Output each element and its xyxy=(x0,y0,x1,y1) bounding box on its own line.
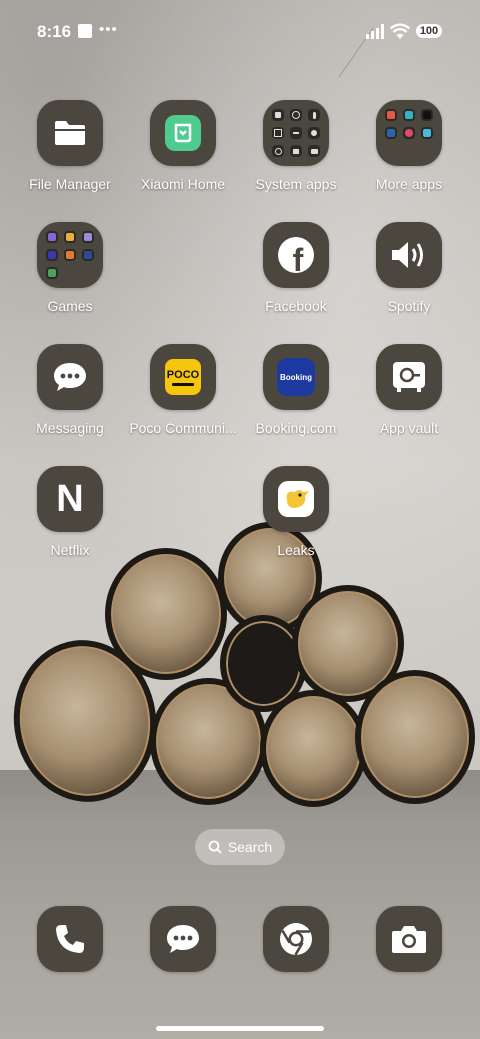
facebook-icon: f xyxy=(263,222,329,288)
netflix-icon: N xyxy=(37,466,103,532)
status-bar: 8:16 ••• 100 xyxy=(0,0,480,60)
netflix-logo-text: N xyxy=(56,477,84,520)
game-icon-5 xyxy=(64,249,76,261)
folder-system-apps[interactable]: System apps xyxy=(236,100,356,192)
search-label: Search xyxy=(227,839,273,855)
notification-icon xyxy=(78,24,92,38)
status-time: 8:16 xyxy=(37,22,72,41)
share-icon xyxy=(272,145,284,157)
more-apps-folder-icon xyxy=(376,100,442,166)
camera-icon xyxy=(392,926,426,953)
app-label: Xiaomi Home xyxy=(140,176,226,192)
app-icon-cyan xyxy=(421,127,433,139)
dock-phone[interactable] xyxy=(37,906,103,972)
vault-icon xyxy=(376,344,442,410)
search-icon xyxy=(208,840,222,854)
home-indicator[interactable] xyxy=(156,1026,324,1031)
folder-more-apps[interactable]: More apps xyxy=(349,100,469,192)
linkedin-icon xyxy=(385,127,397,139)
search-bar[interactable]: Search xyxy=(195,829,285,865)
app-netflix[interactable]: N Netflix xyxy=(10,466,130,558)
app-label: Spotify xyxy=(387,298,431,314)
wifi-icon xyxy=(390,23,410,39)
booking-icon: Booking xyxy=(263,344,329,410)
game-icon-7 xyxy=(46,267,58,279)
app-leaks[interactable]: Leaks xyxy=(236,466,356,558)
app-messaging[interactable]: Messaging xyxy=(10,344,130,436)
app-file-manager[interactable]: File Manager xyxy=(10,100,130,192)
app-label: More apps xyxy=(375,176,443,192)
cellular-signal-icon xyxy=(366,24,384,39)
app-label: Leaks xyxy=(277,542,315,558)
calculator-icon xyxy=(272,109,284,121)
app-spotify[interactable]: Spotify xyxy=(349,222,469,314)
folder-icon xyxy=(37,100,103,166)
app-poco-community[interactable]: POCO Poco Communi... xyxy=(123,344,243,436)
game-icon-3 xyxy=(82,231,94,243)
system-apps-folder-icon xyxy=(263,100,329,166)
app-booking[interactable]: Booking Booking.com xyxy=(236,344,356,436)
message-bubble-icon xyxy=(37,344,103,410)
download-icon xyxy=(290,127,302,139)
game-icon-6 xyxy=(82,249,94,261)
video-icon xyxy=(308,145,320,157)
poco-logo-text: POCO xyxy=(166,368,200,381)
app-xiaomi-home[interactable]: Xiaomi Home xyxy=(123,100,243,192)
compass-icon xyxy=(308,127,320,139)
app-facebook[interactable]: f Facebook xyxy=(236,222,356,314)
app-label: System apps xyxy=(255,176,337,192)
app-icon-pink xyxy=(403,127,415,139)
scanner-icon xyxy=(272,127,284,139)
chrome-icon xyxy=(280,923,312,956)
game-icon-4 xyxy=(46,249,58,261)
xiaomi-home-icon xyxy=(150,100,216,166)
app-label: Netflix xyxy=(50,542,90,558)
phone-icon xyxy=(56,925,84,953)
app-vault[interactable]: App vault xyxy=(349,344,469,436)
booking-logo-text: Booking xyxy=(280,372,312,382)
app-icon-teal xyxy=(403,109,415,121)
folder-games[interactable]: Games xyxy=(10,222,130,314)
message-bubble-icon xyxy=(167,925,199,953)
battery-icon: 100 xyxy=(416,24,442,38)
app-label: Facebook xyxy=(265,298,327,314)
dock-chrome[interactable] xyxy=(263,906,329,972)
tiktok-icon xyxy=(421,109,433,121)
more-notifications-icon: ••• xyxy=(99,21,118,38)
mic-icon xyxy=(308,109,320,121)
speaker-icon xyxy=(376,222,442,288)
app-label: Poco Communi... xyxy=(129,420,237,436)
app-label: Games xyxy=(47,298,93,314)
clock-icon xyxy=(290,109,302,121)
home-icon xyxy=(290,145,302,157)
dock-camera[interactable] xyxy=(376,906,442,972)
app-label: Messaging xyxy=(36,420,104,436)
app-label: Booking.com xyxy=(255,420,337,436)
dock-messaging[interactable] xyxy=(150,906,216,972)
app-label: App vault xyxy=(379,420,439,436)
poco-community-icon: POCO xyxy=(150,344,216,410)
games-folder-icon xyxy=(37,222,103,288)
app-label: File Manager xyxy=(29,176,111,192)
leaks-icon xyxy=(263,466,329,532)
wallpaper-floor xyxy=(0,770,480,1039)
app-icon-red xyxy=(385,109,397,121)
game-icon-1 xyxy=(46,231,58,243)
game-icon-2 xyxy=(64,231,76,243)
